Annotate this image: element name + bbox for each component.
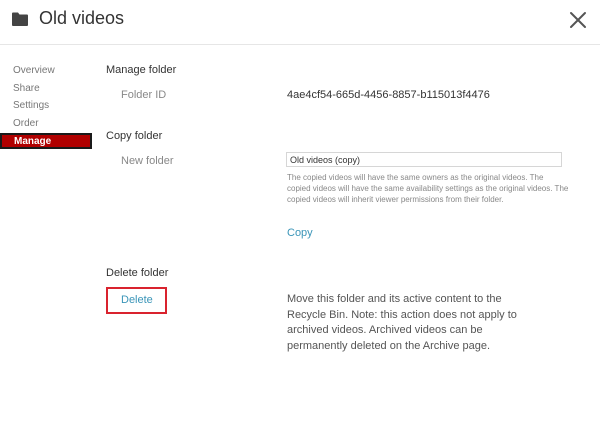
copy-link[interactable]: Copy — [287, 227, 313, 239]
copy-help-text: The copied videos will have the same own… — [287, 173, 569, 204]
close-button[interactable] — [566, 8, 590, 32]
sidebar-item-share[interactable]: Share — [13, 83, 40, 94]
folder-icon — [12, 12, 28, 26]
dialog-header: Old videos — [0, 0, 600, 45]
folder-id-value: 4ae4cf54-665d-4456-8857-b115013f4476 — [287, 89, 490, 101]
sidebar-item-settings[interactable]: Settings — [13, 100, 49, 111]
delete-button[interactable]: Delete — [106, 287, 167, 314]
new-folder-input[interactable] — [286, 152, 562, 167]
dialog-title: Old videos — [39, 8, 125, 28]
sidebar-item-overview[interactable]: Overview — [13, 65, 55, 76]
folder-id-label: Folder ID — [121, 89, 167, 101]
delete-button-label: Delete — [121, 294, 153, 306]
manage-folder-heading: Manage folder — [106, 64, 177, 76]
delete-description: Move this folder and its active content … — [287, 293, 517, 352]
manage-folder-dialog: Old videos Overview Share Settings Order… — [0, 0, 600, 435]
delete-folder-heading: Delete folder — [106, 267, 169, 279]
sidebar-item-manage[interactable]: Manage — [0, 133, 92, 149]
close-icon — [570, 12, 586, 28]
new-folder-label: New folder — [121, 155, 174, 167]
copy-folder-heading: Copy folder — [106, 130, 163, 142]
sidebar-item-order[interactable]: Order — [13, 118, 39, 129]
